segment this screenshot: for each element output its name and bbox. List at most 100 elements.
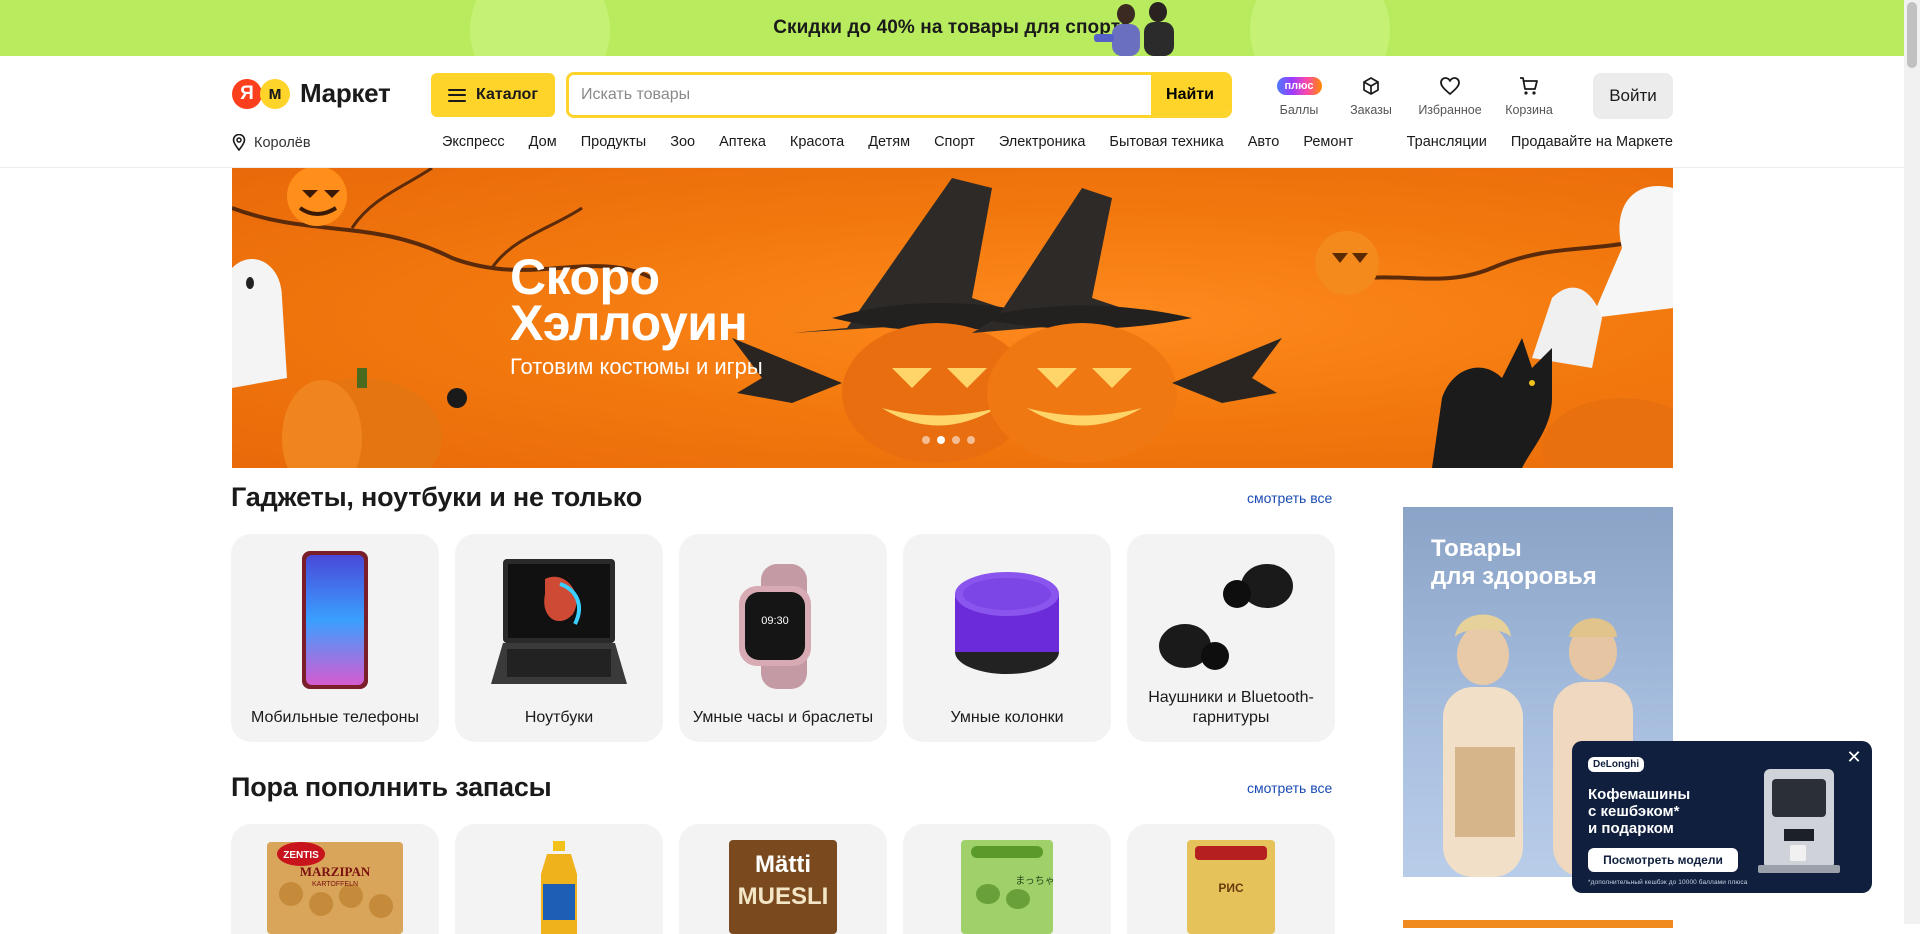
- product-card-marzipan[interactable]: ZENTIS MARZIPAN KARTOFFELN: [231, 824, 439, 934]
- svg-text:09:30: 09:30: [761, 615, 789, 627]
- nav-sell-on-market[interactable]: Продавайте на Маркете: [1511, 134, 1673, 150]
- heart-icon: [1439, 74, 1461, 98]
- halloween-illustration: [232, 168, 1673, 468]
- svg-text:KARTOFFELN: KARTOFFELN: [312, 881, 358, 888]
- category-card-headphones[interactable]: Наушники и Bluetooth-гарнитуры: [1127, 534, 1335, 742]
- close-icon[interactable]: ✕: [1844, 747, 1864, 767]
- oil-bottle-image: [541, 841, 577, 934]
- carousel-dot[interactable]: [952, 436, 960, 444]
- svg-text:MUESLI: MUESLI: [738, 883, 829, 910]
- stock-up-cards: ZENTIS MARZIPAN KARTOFFELN Mätti MUESLI …: [231, 824, 1335, 934]
- carousel-dot-active[interactable]: [937, 436, 945, 444]
- nav-express[interactable]: Экспресс: [442, 134, 505, 150]
- card-label: Умные часы и браслеты: [692, 709, 874, 726]
- header: Я м Маркет Каталог Найти плюс Баллы Зака…: [0, 56, 1904, 168]
- category-nav: Королёв Экспресс Дом Продукты Зоо Аптека…: [232, 134, 1673, 158]
- market-logo-icon: м: [260, 78, 290, 109]
- card-label: Умные колонки: [950, 709, 1064, 726]
- health-ad-title: Товары для здоровья: [1431, 535, 1597, 591]
- category-card-phones[interactable]: Мобильные телефоны: [231, 534, 439, 742]
- header-actions: плюс Баллы Заказы Избранное Корзина: [1262, 74, 1564, 117]
- category-card-laptops[interactable]: Ноутбуки: [455, 534, 663, 742]
- rice-image: РИС: [1187, 840, 1275, 934]
- nav-home[interactable]: Дом: [529, 134, 557, 150]
- carousel-dots: [922, 436, 975, 444]
- product-card-matcha[interactable]: まっちゃ: [903, 824, 1111, 934]
- points-button[interactable]: плюс Баллы: [1262, 74, 1336, 117]
- svg-text:ZENTIS: ZENTIS: [283, 850, 319, 861]
- nav-appliances[interactable]: Бытовая техника: [1109, 134, 1223, 150]
- nav-groceries[interactable]: Продукты: [581, 134, 647, 150]
- favorites-button[interactable]: Избранное: [1406, 74, 1494, 117]
- category-card-smart-speakers[interactable]: Умные колонки: [903, 534, 1111, 742]
- box-icon: [1361, 74, 1381, 98]
- nav-electronics[interactable]: Электроника: [999, 134, 1086, 150]
- favorites-label: Избранное: [1418, 103, 1482, 117]
- city-name: Королёв: [254, 134, 311, 151]
- orders-button[interactable]: Заказы: [1336, 74, 1406, 117]
- card-label: Наушники и Bluetooth-гарнитуры: [1148, 689, 1314, 726]
- category-card-smartwatches[interactable]: 09:30 Умные часы и браслеты: [679, 534, 887, 742]
- card-label: Мобильные телефоны: [250, 709, 419, 726]
- page-scrollbar[interactable]: [1904, 0, 1920, 924]
- sport-people-image: [1094, 2, 1174, 56]
- svg-text:MARZIPAN: MARZIPAN: [300, 864, 371, 879]
- catalog-label: Каталог: [476, 86, 538, 103]
- see-all-stock-up-link[interactable]: смотреть все: [1247, 780, 1332, 796]
- muesli-image: Mätti MUESLI: [729, 840, 837, 934]
- promo-banner[interactable]: Скидки до 40% на товары для спорта: [0, 0, 1904, 56]
- menu-icon: [448, 88, 466, 102]
- section-title-stock-up: Пора пополнить запасы: [231, 772, 552, 802]
- gadgets-cards: Мобильные телефоны Ноутбуки 09:30 Умные …: [231, 534, 1335, 742]
- city-selector[interactable]: Королёв: [232, 134, 311, 151]
- view-models-button[interactable]: Посмотреть модели: [1588, 848, 1738, 872]
- carousel-dot[interactable]: [922, 436, 930, 444]
- category-links: Экспресс Дом Продукты Зоо Аптека Красота…: [442, 134, 1353, 150]
- matcha-mochi-image: まっちゃ: [961, 840, 1055, 934]
- hero-title-line1: Скоро: [510, 249, 660, 305]
- nav-sport[interactable]: Спорт: [934, 134, 975, 150]
- market-logo[interactable]: Я м Маркет: [232, 78, 391, 109]
- logo-text: Маркет: [300, 78, 391, 108]
- nav-kids[interactable]: Детям: [868, 134, 910, 150]
- location-pin-icon: [232, 134, 246, 151]
- marzipan-image: ZENTIS MARZIPAN KARTOFFELN: [267, 842, 403, 934]
- next-ad-edge: [1403, 920, 1673, 928]
- carousel-dot[interactable]: [967, 436, 975, 444]
- health-ad-title-line1: Товары: [1431, 535, 1522, 562]
- login-button[interactable]: Войти: [1593, 73, 1673, 119]
- points-label: Баллы: [1279, 103, 1319, 117]
- product-card-oil[interactable]: [455, 824, 663, 934]
- cart-label: Корзина: [1505, 103, 1553, 117]
- product-card-muesli[interactable]: Mätti MUESLI: [679, 824, 887, 934]
- nav-streams[interactable]: Трансляции: [1407, 134, 1487, 150]
- yandex-logo-icon: Я: [232, 78, 262, 109]
- promo-decoration: [470, 0, 610, 56]
- hero-banner[interactable]: Скоро Хэллоуин Готовим костюмы и игры: [232, 168, 1673, 468]
- delonghi-popup[interactable]: DeLonghi Кофемашины с кешбэком* и подарк…: [1572, 741, 1872, 893]
- search-button[interactable]: Найти: [1151, 75, 1229, 115]
- scrollbar-thumb[interactable]: [1907, 2, 1917, 68]
- hero-title-line2: Хэллоуин: [510, 295, 748, 351]
- catalog-button[interactable]: Каталог: [431, 73, 555, 117]
- nav-pharmacy[interactable]: Аптека: [719, 134, 766, 150]
- cart-icon: [1518, 74, 1540, 98]
- search-bar: Найти: [566, 72, 1232, 118]
- popup-title-line2: с кешбэком*: [1588, 803, 1680, 820]
- cart-button[interactable]: Корзина: [1494, 74, 1564, 117]
- product-card-rice[interactable]: РИС: [1127, 824, 1335, 934]
- plus-badge-icon: плюс: [1276, 77, 1322, 95]
- card-label: Ноутбуки: [524, 709, 594, 726]
- search-input[interactable]: [569, 75, 1151, 115]
- promo-text: Скидки до 40% на товары для спорта: [773, 17, 1131, 38]
- nav-zoo[interactable]: Зоо: [670, 134, 695, 150]
- section-title-gadgets: Гаджеты, ноутбуки и не только: [231, 482, 643, 512]
- nav-repair[interactable]: Ремонт: [1303, 134, 1353, 150]
- orders-label: Заказы: [1350, 103, 1392, 117]
- hero-title: Скоро Хэллоуин: [510, 249, 748, 351]
- nav-auto[interactable]: Авто: [1248, 134, 1280, 150]
- svg-text:Mätti: Mätti: [755, 851, 811, 878]
- nav-beauty[interactable]: Красота: [790, 134, 844, 150]
- see-all-gadgets-link[interactable]: смотреть все: [1247, 490, 1332, 506]
- promo-decoration: [1250, 0, 1390, 56]
